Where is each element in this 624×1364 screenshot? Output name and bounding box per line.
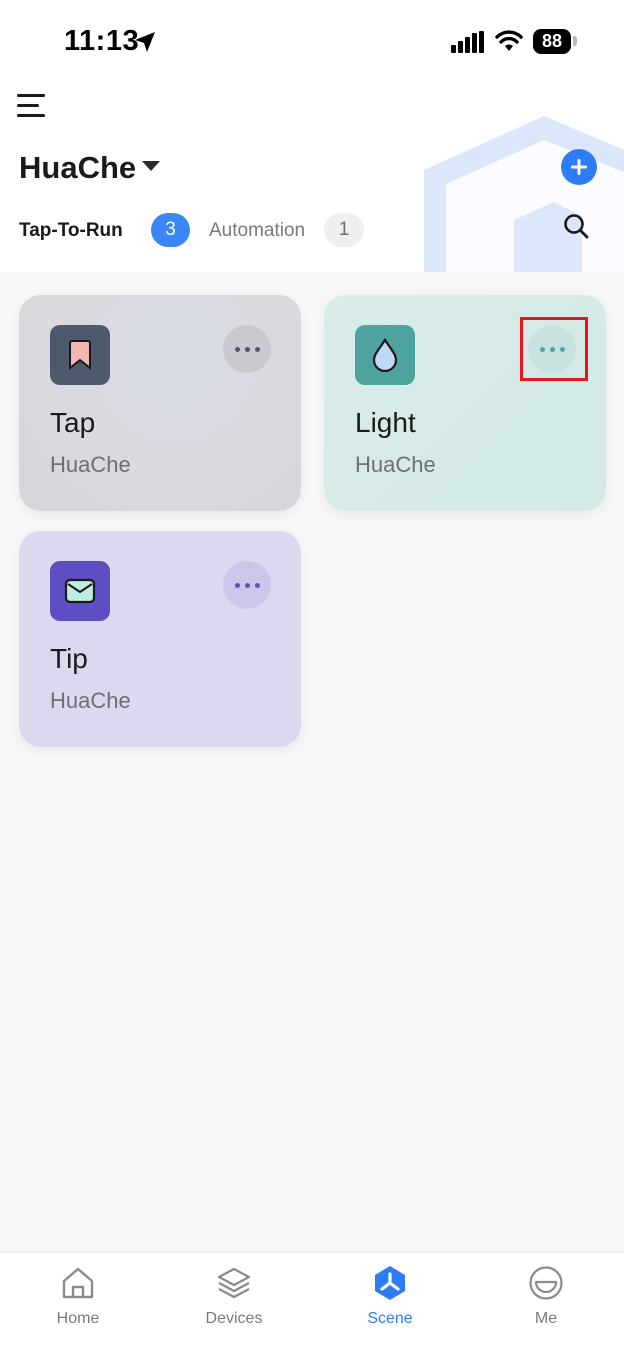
nav-label: Devices (205, 1310, 263, 1327)
tab-tap-to-run[interactable]: Tap-To-Run (19, 220, 123, 242)
home-icon (62, 1267, 94, 1299)
scene-name: Light (355, 407, 416, 438)
status-time: 11:13 (64, 25, 140, 57)
nav-item-me[interactable]: Me (468, 1253, 624, 1364)
status-bar: 11:13 88 (0, 0, 624, 86)
scene-icon-badge (355, 325, 415, 385)
scene-name: Tip (50, 643, 88, 674)
scene-home: HuaChe (50, 452, 131, 477)
more-dot (254, 346, 260, 352)
plus-icon (571, 159, 587, 175)
nav-item-scene[interactable]: Scene (312, 1253, 468, 1364)
bottom-nav: Home Devices Scene Me (0, 1252, 624, 1364)
tap-to-run-count-badge: 3 (151, 213, 190, 247)
scene-home: HuaChe (50, 688, 131, 713)
scene-card-tap[interactable]: Tap HuaChe (19, 295, 301, 511)
location-arrow-icon (135, 32, 155, 52)
more-dot (234, 582, 240, 588)
battery-tip (573, 36, 577, 46)
home-name-title[interactable]: HuaChe (19, 150, 136, 186)
scene-home: HuaChe (355, 452, 436, 477)
menu-icon[interactable] (16, 90, 48, 122)
bookmark-icon (69, 340, 91, 370)
battery-indicator: 88 (533, 29, 571, 54)
scene-icon (375, 1266, 405, 1300)
nav-label: Me (534, 1310, 558, 1327)
more-dot (244, 582, 250, 588)
mail-icon (64, 578, 96, 604)
wifi-icon (495, 30, 523, 51)
nav-label: Scene (367, 1310, 413, 1327)
more-dot (244, 346, 250, 352)
nav-item-home[interactable]: Home (0, 1253, 156, 1364)
more-dot (254, 582, 260, 588)
scene-card-tip[interactable]: Tip HuaChe (19, 531, 301, 747)
more-options-button[interactable] (223, 325, 271, 373)
cellular-signal-icon (451, 31, 484, 53)
water-drop-icon (372, 338, 398, 372)
scene-name: Tap (50, 407, 96, 438)
tab-automation[interactable]: Automation (209, 220, 305, 242)
more-options-button[interactable] (223, 561, 271, 609)
house-decoration (424, 116, 624, 272)
automation-count-badge: 1 (324, 213, 364, 247)
nav-label: Home (56, 1310, 100, 1327)
nav-item-devices[interactable]: Devices (156, 1253, 312, 1364)
search-icon[interactable] (562, 212, 590, 240)
more-dot (234, 346, 240, 352)
layers-icon (217, 1267, 251, 1299)
header: 11:13 88 HuaChe Tap-To-Run 3 Automation … (0, 0, 624, 272)
profile-icon (529, 1266, 563, 1300)
home-dropdown-caret-icon[interactable] (142, 161, 160, 171)
add-scene-button[interactable] (561, 149, 597, 185)
scene-icon-badge (50, 561, 110, 621)
scene-icon-badge (50, 325, 110, 385)
highlight-box (520, 317, 588, 381)
